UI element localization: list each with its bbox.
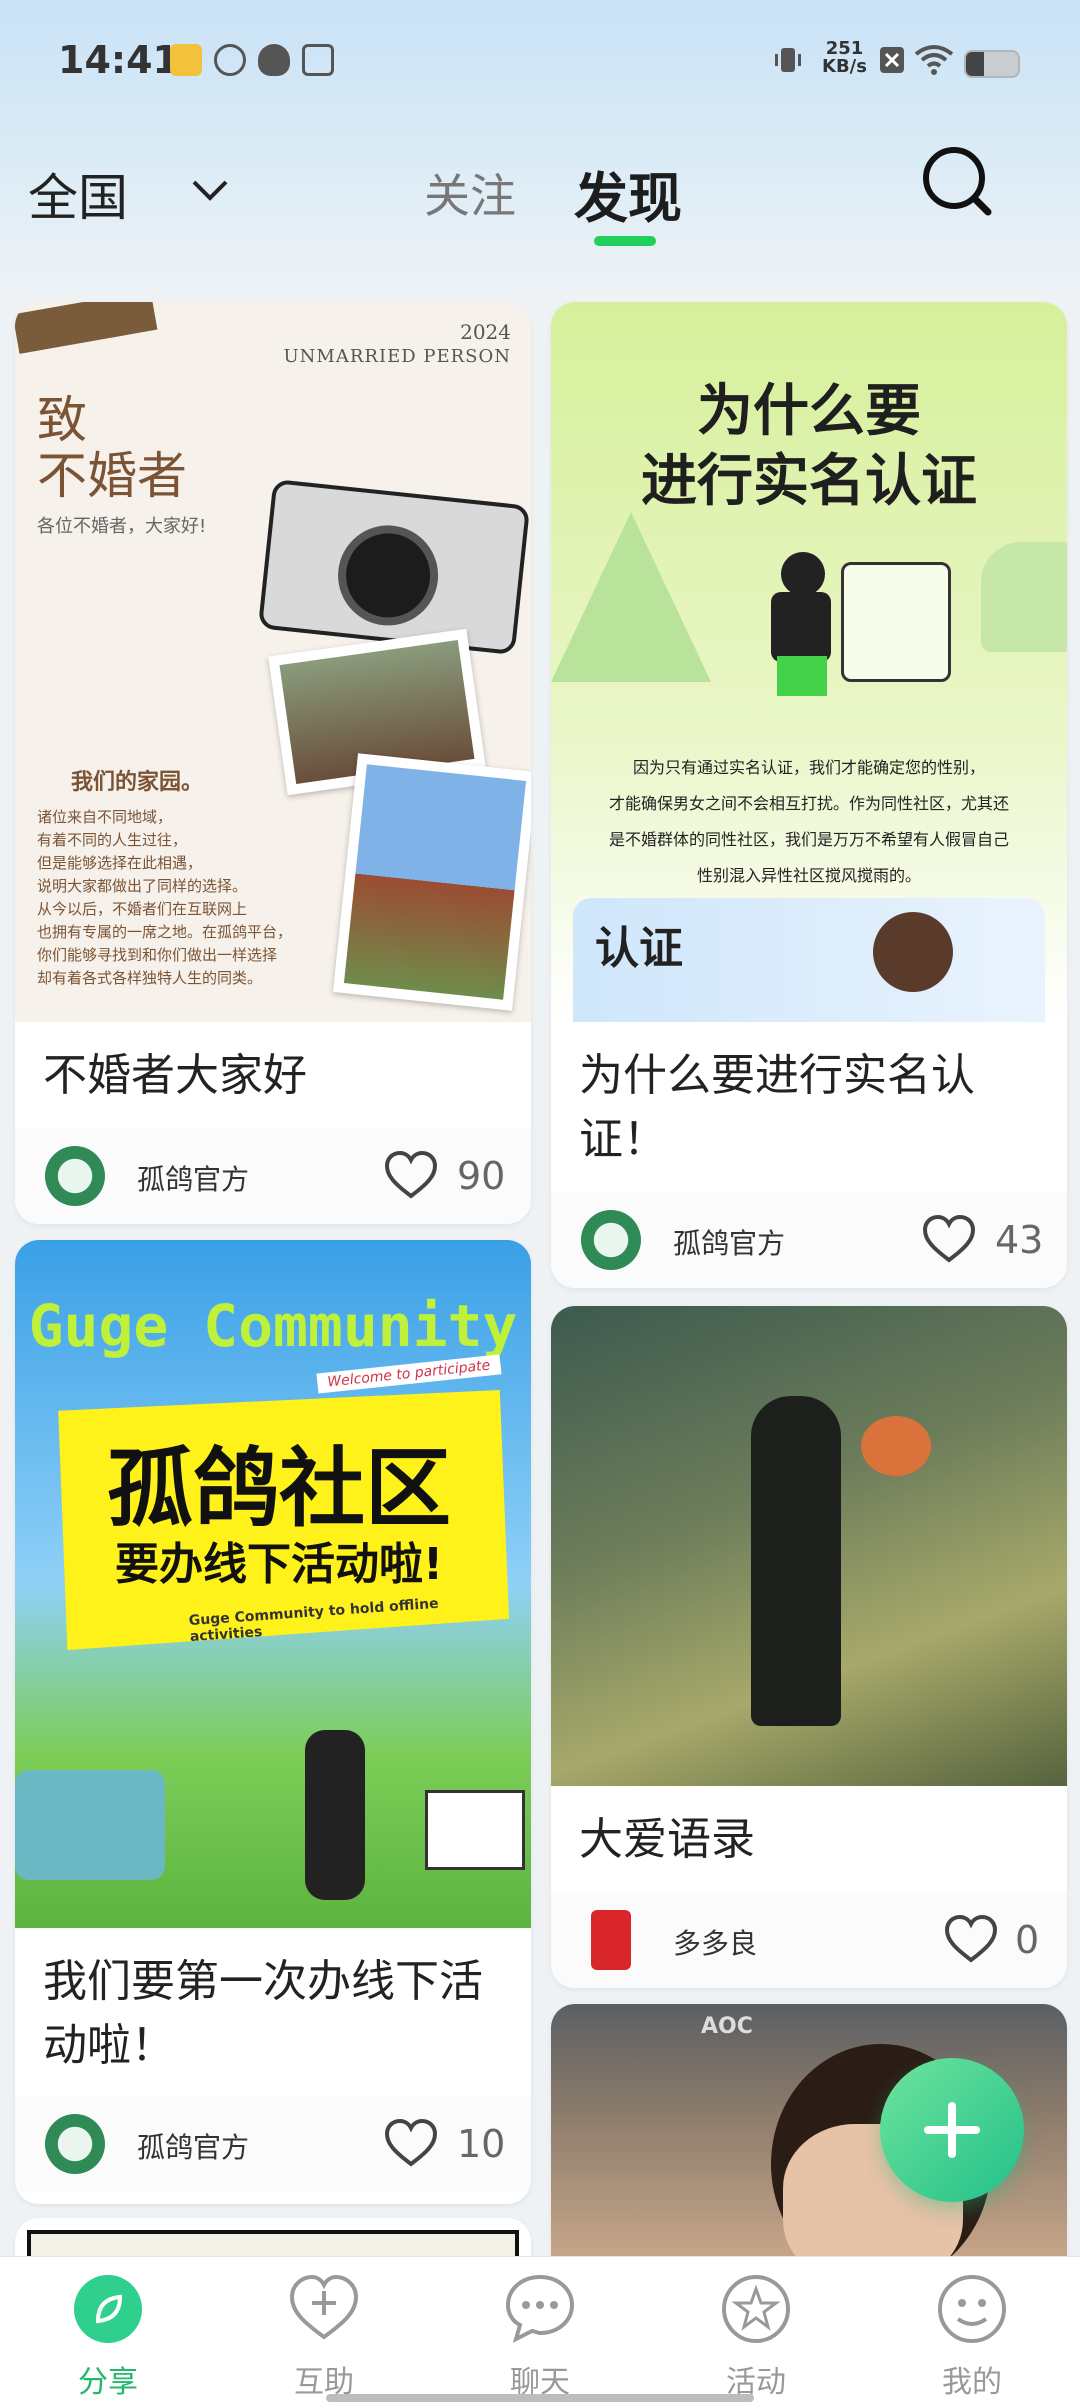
search-icon[interactable] [918,142,998,222]
cat-app-icon [258,44,290,76]
like-count: 0 [1015,1918,1040,1962]
heart-icon[interactable] [383,1150,439,1200]
author-name[interactable]: 孤鸽官方 [673,1222,785,1262]
feed-card[interactable]: 大爱语录 多多良 0 [551,1306,1067,1988]
vibrate-icon [775,48,801,72]
card-title[interactable]: 不婚者大家好 [43,1044,503,1108]
home-indicator[interactable] [326,2394,754,2402]
figure-illustration [751,1396,841,1726]
card-cover-image [551,1306,1067,1786]
card-title[interactable]: 为什么要进行实名认证！ [579,1044,1039,1172]
activity-icon [722,2275,790,2343]
card-cover-image: 2024 UNMARRIED PERSON 致 不婚者 各位不婚者，大家好! 我… [15,302,531,1022]
wifi-icon [914,45,954,75]
nav-chat[interactable]: 聊天 [480,2267,600,2407]
avatar[interactable] [581,1210,641,1270]
cover-year: 2024 [460,320,511,344]
document-illustration [841,562,951,682]
status-time: 14:41 [58,38,179,82]
tab-discover[interactable]: 发现 [574,154,682,233]
cover-greeting: 各位不婚者，大家好! [37,516,207,537]
region-selector[interactable]: 全国 [28,158,128,230]
cover-heading-line2: 不婚者 [37,447,187,505]
bottom-nav: 分享 互助 聊天 活动 我的 [0,2256,1080,2408]
author-name[interactable]: 孤鸽官方 [137,1158,249,1198]
nav-help[interactable]: 互助 [264,2267,384,2407]
avatar[interactable] [45,2114,105,2174]
card-cover-image: 为什么要 进行实名认证 因为只有通过实名认证，我们才能确定您的性别， 才能确保男女… [551,302,1067,1022]
camping-scene [15,1720,531,1928]
fox-illustration [861,1416,931,1476]
card-footer: 孤鸽官方 43 [551,1192,1067,1288]
cover-body: 因为只有通过实名认证，我们才能确定您的性别， 才能确保男女之间不会相互打扰。作为同… [608,758,1009,885]
profile-icon [938,2275,1006,2343]
card-footer: 多多良 0 [551,1892,1067,1988]
like-count: 43 [995,1218,1044,1262]
share-icon [74,2275,142,2343]
battery-icon [964,50,1020,78]
cover-brand: Guge Community [28,1292,518,1360]
feed-card[interactable]: Guge Community Welcome to participate 孤鸽… [15,1240,531,2204]
leaf-app-icon [214,44,246,76]
news-app-icon [170,44,202,76]
avatar[interactable] [45,1146,105,1206]
author-name[interactable]: 孤鸽官方 [137,2126,249,2166]
status-bar: 14:41 251 KB/s [0,0,1080,120]
card-footer: 孤鸽官方 10 [15,2096,531,2192]
heart-icon[interactable] [383,2118,439,2168]
tab-follow[interactable]: 关注 [424,160,516,226]
car-illustration [981,542,1067,652]
cover-subtitle: UNMARRIED PERSON [283,346,511,367]
like-count: 10 [457,2122,506,2166]
create-post-button[interactable] [880,2058,1024,2202]
tape-decoration [15,302,158,354]
camera-illustration [257,478,531,656]
chat-icon [505,2274,575,2343]
cover-banner: 认证 [573,898,1045,1022]
help-icon [289,2274,359,2340]
card-cover-image: Guge Community Welcome to participate 孤鸽… [15,1240,531,1928]
feed-card[interactable]: 为什么要 进行实名认证 因为只有通过实名认证，我们才能确定您的性别， 才能确保男女… [551,302,1067,1288]
cover-heading-line1: 为什么要 [697,379,921,444]
feed-card[interactable]: 2024 UNMARRIED PERSON 致 不婚者 各位不婚者，大家好! 我… [15,302,531,1224]
cover-badge: 认证 [595,923,683,974]
tent-illustration [551,512,711,682]
monitor-brand: AOC [701,2014,753,2039]
photo-tower [332,753,531,1011]
avatar[interactable] [591,1910,631,1970]
cover-heading-line2: 进行实名认证 [641,449,977,514]
author-name[interactable]: 多多良 [673,1922,757,1962]
like-count: 90 [457,1154,506,1198]
cover-section-title: 我们的家园。 [71,769,204,795]
cover-body: 诸位来自不同地域， 有着不同的人生过往， 但是能够选择在此相遇， 说明大家都做出了同… [37,808,293,987]
heart-icon[interactable] [943,1914,999,1964]
card-title[interactable]: 大爱语录 [579,1808,1039,1872]
nav-profile[interactable]: 我的 [912,2267,1032,2407]
active-tab-indicator [594,236,656,246]
nav-activity[interactable]: 活动 [696,2267,816,2407]
chevron-down-icon[interactable] [190,170,230,210]
cover-banner: 孤鸽社区 要办线下活动啦! Guge Community to hold off… [58,1390,509,1650]
no-sim-icon [880,47,904,73]
cover-ribbon: Welcome to participate [316,1354,502,1394]
network-speed: 251 KB/s [822,38,867,77]
card-title[interactable]: 我们要第一次办线下活动啦！ [43,1950,503,2078]
card-footer: 孤鸽官方 90 [15,1128,531,1224]
nav-share[interactable]: 分享 [48,2267,168,2407]
heart-icon[interactable] [921,1214,977,1264]
box-app-icon [302,44,334,76]
